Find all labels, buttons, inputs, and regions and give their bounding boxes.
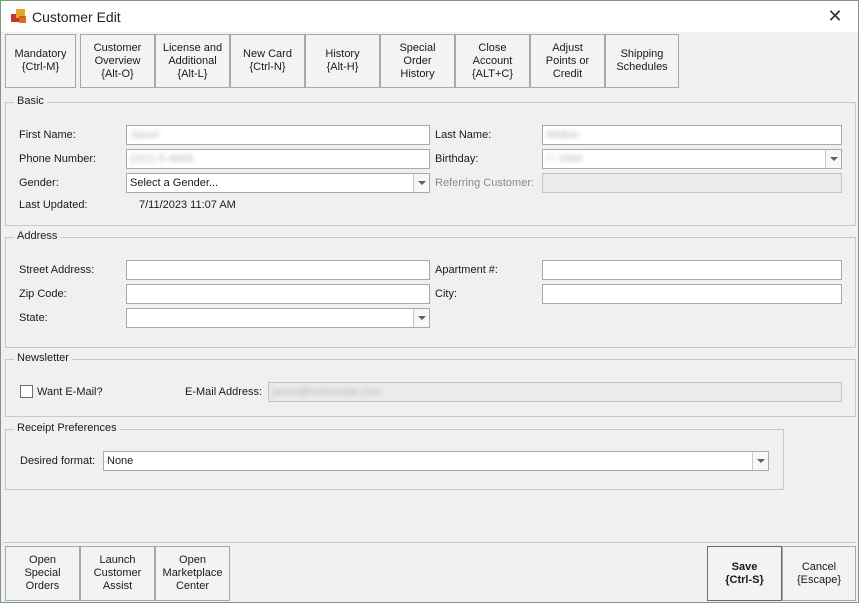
street-address-label: Street Address: [19, 264, 95, 276]
mandatory-tab[interactable]: Mandatory {Ctrl-M} [5, 34, 76, 88]
zip-code-field[interactable] [126, 284, 430, 304]
close-account-tab[interactable]: Close Account {ALT+C} [455, 34, 530, 88]
customer-edit-window: Customer Edit ✕ Mandatory {Ctrl-M} Custo… [0, 0, 859, 603]
apartment-label: Apartment #: [435, 264, 498, 276]
want-email-label: Want E-Mail? [37, 386, 103, 398]
email-address-value: jason@hotmmale.com [272, 386, 382, 398]
launch-customer-assist-button[interactable]: Launch Customer Assist [80, 546, 155, 601]
zip-code-label: Zip Code: [19, 288, 67, 300]
phone-number-value: (321) 5-4868 [130, 153, 193, 165]
last-updated-value: 7/11/2023 11:07 AM [139, 199, 236, 211]
new-card-tab[interactable]: New Card {Ctrl-N} [230, 34, 305, 88]
window-title: Customer Edit [32, 9, 121, 25]
first-name-label: First Name: [19, 129, 76, 141]
city-label: City: [435, 288, 457, 300]
receipt-preferences-group-label: Receipt Preferences [14, 422, 120, 434]
birthday-dropdown-arrow-icon[interactable] [825, 150, 841, 168]
last-name-field[interactable]: Walker [542, 125, 842, 145]
phone-number-label: Phone Number: [19, 153, 97, 165]
app-icon [11, 8, 27, 24]
referring-customer-label: Referring Customer: [435, 177, 535, 189]
last-name-value: Walker [546, 129, 580, 141]
basic-group-label: Basic [14, 95, 47, 107]
state-select[interactable] [126, 308, 430, 328]
desired-format-dropdown-arrow-icon[interactable] [752, 452, 768, 470]
shipping-schedules-tab[interactable]: Shipping Schedules [605, 34, 679, 88]
last-updated-label: Last Updated: [19, 199, 88, 211]
address-group-label: Address [14, 230, 61, 242]
state-label: State: [19, 312, 48, 324]
birthday-value: / / 1984 [546, 153, 583, 165]
special-order-history-tab[interactable]: Special Order History [380, 34, 455, 88]
adjust-points-tab[interactable]: Adjust Points or Credit [530, 34, 605, 88]
first-name-value: Jason [130, 129, 160, 141]
gender-label: Gender: [19, 177, 59, 189]
desired-format-select[interactable]: None [103, 451, 769, 471]
first-name-field[interactable]: Jason [126, 125, 430, 145]
save-button[interactable]: Save {Ctrl-S} [707, 546, 782, 601]
state-dropdown-arrow-icon[interactable] [413, 309, 429, 327]
last-name-label: Last Name: [435, 129, 492, 141]
gender-dropdown-arrow-icon[interactable] [413, 174, 429, 192]
email-address-field[interactable]: jason@hotmmale.com [268, 382, 842, 402]
birthday-label: Birthday: [435, 153, 479, 165]
email-address-label: E-Mail Address: [185, 386, 263, 398]
phone-number-field[interactable]: (321) 5-4868 [126, 149, 430, 169]
cancel-button[interactable]: Cancel {Escape} [782, 546, 856, 601]
birthday-field[interactable]: / / 1984 [542, 149, 842, 169]
referring-customer-field [542, 173, 842, 193]
street-address-field[interactable] [126, 260, 430, 280]
newsletter-group-label: Newsletter [14, 352, 72, 364]
city-field[interactable] [542, 284, 842, 304]
gender-select[interactable]: Select a Gender... [126, 173, 430, 193]
license-additional-tab[interactable]: License and Additional {Alt-L} [155, 34, 230, 88]
open-marketplace-center-button[interactable]: Open Marketplace Center [155, 546, 230, 601]
title-bar: Customer Edit ✕ [1, 1, 858, 32]
customer-overview-tab[interactable]: Customer Overview {Alt-O} [80, 34, 155, 88]
want-email-checkbox[interactable] [20, 385, 33, 398]
desired-format-value: None [107, 455, 134, 467]
close-icon[interactable]: ✕ [822, 5, 848, 27]
bottom-separator [3, 542, 856, 543]
apartment-field[interactable] [542, 260, 842, 280]
desired-format-label: Desired format: [20, 455, 96, 467]
history-tab[interactable]: History {Alt-H} [305, 34, 380, 88]
gender-value: Select a Gender... [130, 177, 219, 189]
open-special-orders-button[interactable]: Open Special Orders [5, 546, 80, 601]
